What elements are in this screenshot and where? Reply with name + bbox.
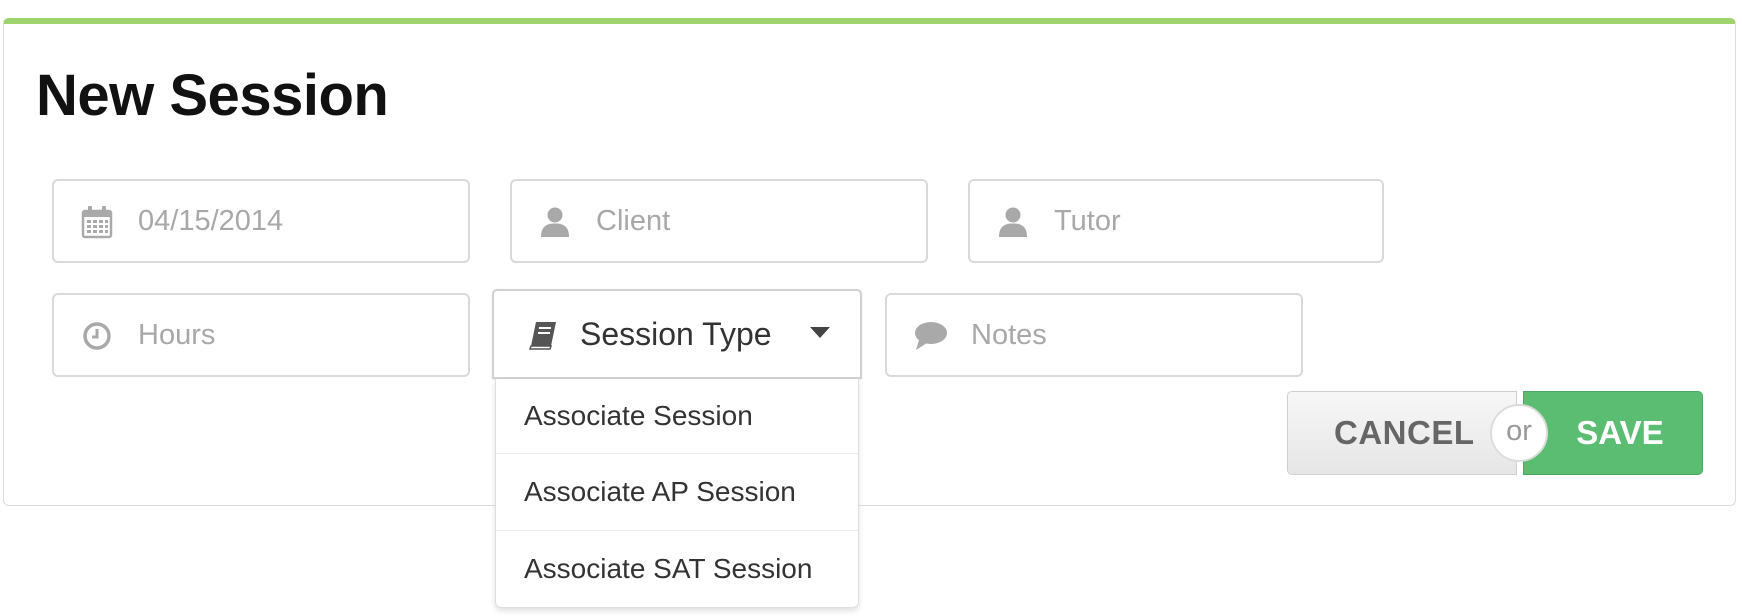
- menu-item-associate-sat-session[interactable]: Associate SAT Session: [496, 530, 858, 607]
- client-placeholder: Client: [596, 205, 671, 237]
- client-input[interactable]: Client: [510, 179, 928, 263]
- date-field[interactable]: 04/15/2014: [52, 179, 470, 263]
- tutor-input[interactable]: Tutor: [968, 179, 1384, 263]
- or-separator: or: [1490, 404, 1548, 462]
- session-type-label: Session Type: [580, 316, 772, 352]
- save-button[interactable]: SAVE: [1523, 391, 1703, 475]
- tutor-placeholder: Tutor: [1054, 205, 1121, 237]
- cancel-button[interactable]: CANCEL: [1287, 391, 1517, 475]
- date-value: 04/15/2014: [138, 205, 284, 237]
- chevron-down-icon[interactable]: [810, 327, 830, 338]
- session-type-select[interactable]: Session Type: [492, 289, 862, 379]
- hours-placeholder: Hours: [138, 319, 216, 351]
- notes-placeholder: Notes: [971, 319, 1047, 351]
- calendar-icon: [80, 205, 114, 239]
- page-title: New Session: [36, 63, 389, 128]
- user-icon: [538, 205, 572, 239]
- user-icon: [996, 205, 1030, 239]
- hours-input[interactable]: Hours: [52, 293, 470, 377]
- notes-input[interactable]: Notes: [885, 293, 1303, 377]
- menu-item-associate-session[interactable]: Associate Session: [496, 379, 858, 453]
- menu-item-associate-ap-session[interactable]: Associate AP Session: [496, 453, 858, 530]
- session-type-menu: Associate Session Associate AP Session A…: [495, 379, 859, 608]
- comment-icon: [913, 319, 947, 353]
- clock-icon: [80, 319, 114, 353]
- book-icon: [528, 319, 560, 351]
